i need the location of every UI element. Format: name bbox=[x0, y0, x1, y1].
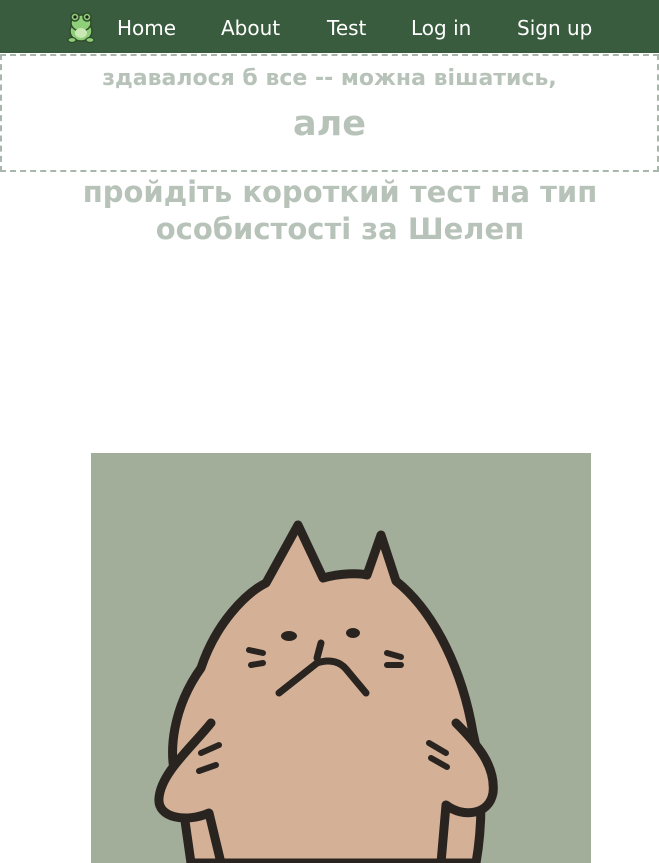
banner-line-2: але bbox=[293, 104, 366, 144]
subtitle-line-2: особистості за Шелеп bbox=[155, 212, 525, 246]
frog-icon[interactable] bbox=[66, 9, 96, 43]
nav-home-link[interactable]: Home bbox=[117, 15, 176, 41]
cat-image bbox=[91, 453, 591, 863]
test-invitation: пройдіть короткий тест на тип особистост… bbox=[40, 174, 640, 248]
nav-signup-link[interactable]: Sign up bbox=[517, 15, 592, 41]
banner-line-1: здавалося б все -- можна вішатись, bbox=[102, 66, 557, 91]
cat-illustration bbox=[154, 520, 498, 863]
intro-banner: здавалося б все -- можна вішатись, але bbox=[0, 54, 659, 172]
subtitle-line-1: пройдіть короткий тест на тип bbox=[82, 175, 598, 209]
nav-about-link[interactable]: About bbox=[221, 15, 280, 41]
nav-test-link[interactable]: Test bbox=[327, 15, 366, 41]
nav-login-link[interactable]: Log in bbox=[411, 15, 471, 41]
top-navbar: Home About Test Log in Sign up bbox=[0, 0, 659, 53]
